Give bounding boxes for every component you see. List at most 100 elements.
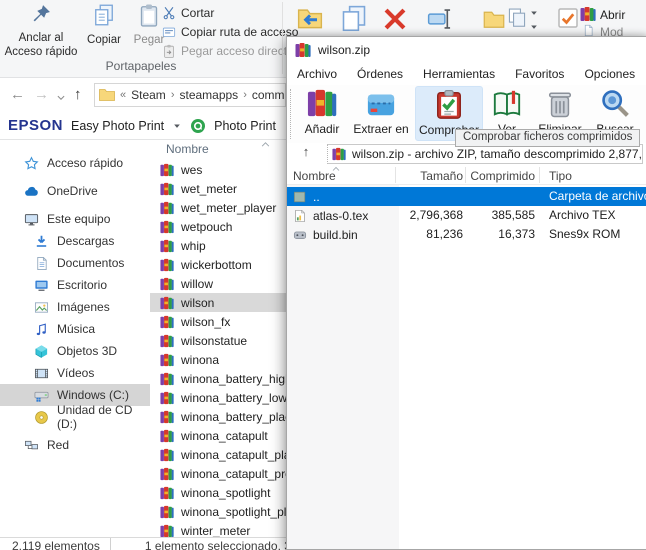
back-arrow-icon[interactable]: ← [10, 86, 25, 103]
ribbon-divider [282, 2, 283, 74]
sidebar-item-im-genes[interactable]: Imágenes [0, 296, 150, 318]
column-divider[interactable] [539, 167, 540, 183]
sidebar-item-label: Documentos [57, 256, 124, 270]
file-name-label: wes [181, 163, 202, 177]
address-bar[interactable]: « Steam › steamapps › comm [94, 83, 286, 107]
breadcrumb-item[interactable]: Steam [131, 88, 166, 102]
column-header-size[interactable]: Tamaño [399, 169, 463, 183]
recent-locations-chevron-icon[interactable] [56, 93, 66, 103]
column-header-name[interactable]: Nombre [293, 169, 336, 183]
paste-shortcut-button[interactable]: Pegar acceso directo [162, 41, 294, 60]
sidebar-item-documentos[interactable]: Documentos [0, 252, 150, 274]
rename-icon[interactable] [426, 6, 454, 32]
archive-file-name-cell: build.bin [293, 225, 358, 244]
epson-menu-label[interactable]: Easy Photo Print [71, 119, 164, 133]
toolbar-gripper[interactable] [290, 89, 291, 139]
file-row-whip[interactable]: whip [150, 236, 287, 255]
move-to-icon[interactable] [296, 4, 324, 32]
winrar-toolbar-asist[interactable]: Asist [641, 86, 646, 141]
winrar-toolbar-a-adir[interactable]: Añadir [297, 86, 347, 141]
file-row-willow[interactable]: willow [150, 274, 287, 293]
copy-path-button[interactable]: Copiar ruta de acceso [162, 22, 298, 41]
archive-row-build-bin[interactable]: build.bin81,23616,373Snes9x ROM [287, 225, 646, 244]
winrar-menu-opciones[interactable]: Opciones [574, 65, 645, 83]
photo-print-button[interactable]: Photo Print [214, 119, 276, 133]
archive-file-name: build.bin [313, 228, 358, 242]
archive-row-[interactable]: ..Carpeta de archivos [287, 187, 646, 206]
archive-row-atlas-0-tex[interactable]: atlas-0.tex2,796,368385,585Archivo TEX [287, 206, 646, 225]
file-row-winona-catapult-plac[interactable]: winona_catapult_plac [150, 445, 287, 464]
file-row-wickerbottom[interactable]: wickerbottom [150, 255, 287, 274]
extract-icon [366, 88, 396, 118]
file-name-label: winona_battery_place [181, 410, 298, 424]
file-row-wetpouch[interactable]: wetpouch [150, 217, 287, 236]
winrar-up-button[interactable]: ↑ [291, 144, 321, 164]
winrar-menu-favoritos[interactable]: Favoritos [505, 65, 574, 83]
file-row-winona-spotlight[interactable]: winona_spotlight [150, 483, 287, 502]
delete-x-icon[interactable] [382, 6, 408, 32]
search-icon [600, 88, 630, 118]
checkbox-check-icon[interactable] [556, 6, 580, 30]
winrar-toolbar-extraer-en[interactable]: Extraer en [349, 86, 413, 141]
winrar-menu-rdenes[interactable]: Órdenes [347, 65, 413, 83]
open-label[interactable]: Abrir [600, 8, 625, 22]
file-row-winona-battery-place[interactable]: winona_battery_place [150, 407, 287, 426]
winrar-books-icon [160, 486, 174, 500]
breadcrumb-item[interactable]: comm [252, 88, 285, 102]
sidebar-item-m-sica[interactable]: Música [0, 318, 150, 340]
file-row-wilson-fx[interactable]: wilson_fx [150, 312, 287, 331]
cut-button[interactable]: Cortar [162, 3, 214, 22]
file-row-winona-battery-low[interactable]: winona_battery_low [150, 388, 287, 407]
column-header-packed[interactable]: Comprimido [467, 169, 535, 183]
winrar-list-header: Nombre Tamaño Comprimido Tipo [287, 165, 646, 185]
forward-arrow-icon[interactable]: → [34, 86, 49, 103]
sidebar-item-red[interactable]: Red [0, 434, 150, 456]
new-item-icon[interactable] [506, 7, 528, 29]
sidebar-item-unidad-de-cd-d[interactable]: Unidad de CD (D:) [0, 406, 150, 428]
archive-file-name: atlas-0.tex [313, 209, 368, 223]
copy-to-icon[interactable] [340, 4, 368, 32]
sidebar-item-este-equipo[interactable]: Este equipo [0, 208, 150, 230]
sidebar-item-v-deos[interactable]: Vídeos [0, 362, 150, 384]
column-divider[interactable] [465, 167, 466, 183]
column-header-type[interactable]: Tipo [549, 169, 572, 183]
file-row-wet-meter-player[interactable]: wet_meter_player [150, 198, 287, 217]
dropdown-triangle-icon[interactable] [529, 22, 539, 32]
file-row-winona-catapult-proj[interactable]: winona_catapult_proj [150, 464, 287, 483]
file-row-wilson[interactable]: wilson [150, 293, 287, 312]
up-arrow-icon[interactable]: ↑ [74, 86, 82, 103]
column-header-name[interactable]: Nombre [166, 142, 209, 156]
winrar-books-icon [160, 239, 174, 253]
breadcrumb-collapsed-indicator[interactable]: « [119, 89, 127, 101]
sidebar-item-escritorio[interactable]: Escritorio [0, 274, 150, 296]
winrar-address-field[interactable]: wilson.zip - archivo ZIP, tamaño descomp… [327, 144, 643, 164]
dropdown-triangle-icon[interactable] [529, 8, 539, 18]
column-divider[interactable] [395, 167, 396, 183]
file-row-winona[interactable]: winona [150, 350, 287, 369]
sidebar-item-onedrive[interactable]: OneDrive [0, 180, 150, 202]
file-row-wet-meter[interactable]: wet_meter [150, 179, 287, 198]
file-row-winona-spotlight-pla[interactable]: winona_spotlight_pla [150, 502, 287, 521]
pin-to-quick-access-label: Anclar al Acceso rápido [2, 31, 80, 60]
file-row-wilsonstatue[interactable]: wilsonstatue [150, 331, 287, 350]
dropdown-triangle-icon[interactable] [172, 121, 182, 131]
file-row-winona-battery-high[interactable]: winona_battery_high [150, 369, 287, 388]
sidebar-item-descargas[interactable]: Descargas [0, 230, 150, 252]
winrar-books-icon [160, 429, 174, 443]
sort-ascending-chevron-icon[interactable] [260, 140, 271, 149]
sidebar-item-objetos-3d[interactable]: Objetos 3D [0, 340, 150, 362]
winrar-open-icon[interactable] [580, 6, 596, 22]
new-folder-icon[interactable] [482, 7, 506, 31]
copy-button[interactable]: Copiar [82, 3, 126, 47]
tooltip: Comprobar ficheros comprimidos [455, 129, 640, 147]
file-row-wes[interactable]: wes [150, 160, 287, 179]
file-row-winona-catapult[interactable]: winona_catapult [150, 426, 287, 445]
winrar-menu-archivo[interactable]: Archivo [287, 65, 347, 83]
pin-to-quick-access-button[interactable]: Anclar al Acceso rápido [2, 3, 80, 60]
copy-icon [92, 3, 116, 27]
sidebar-item-acceso-r-pido[interactable]: Acceso rápido [0, 152, 150, 174]
paste-shortcut-icon [162, 44, 176, 58]
breadcrumb-item[interactable]: steamapps [179, 88, 238, 102]
winrar-menu-herramientas[interactable]: Herramientas [413, 65, 505, 83]
winrar-titlebar[interactable]: wilson.zip [287, 37, 646, 63]
